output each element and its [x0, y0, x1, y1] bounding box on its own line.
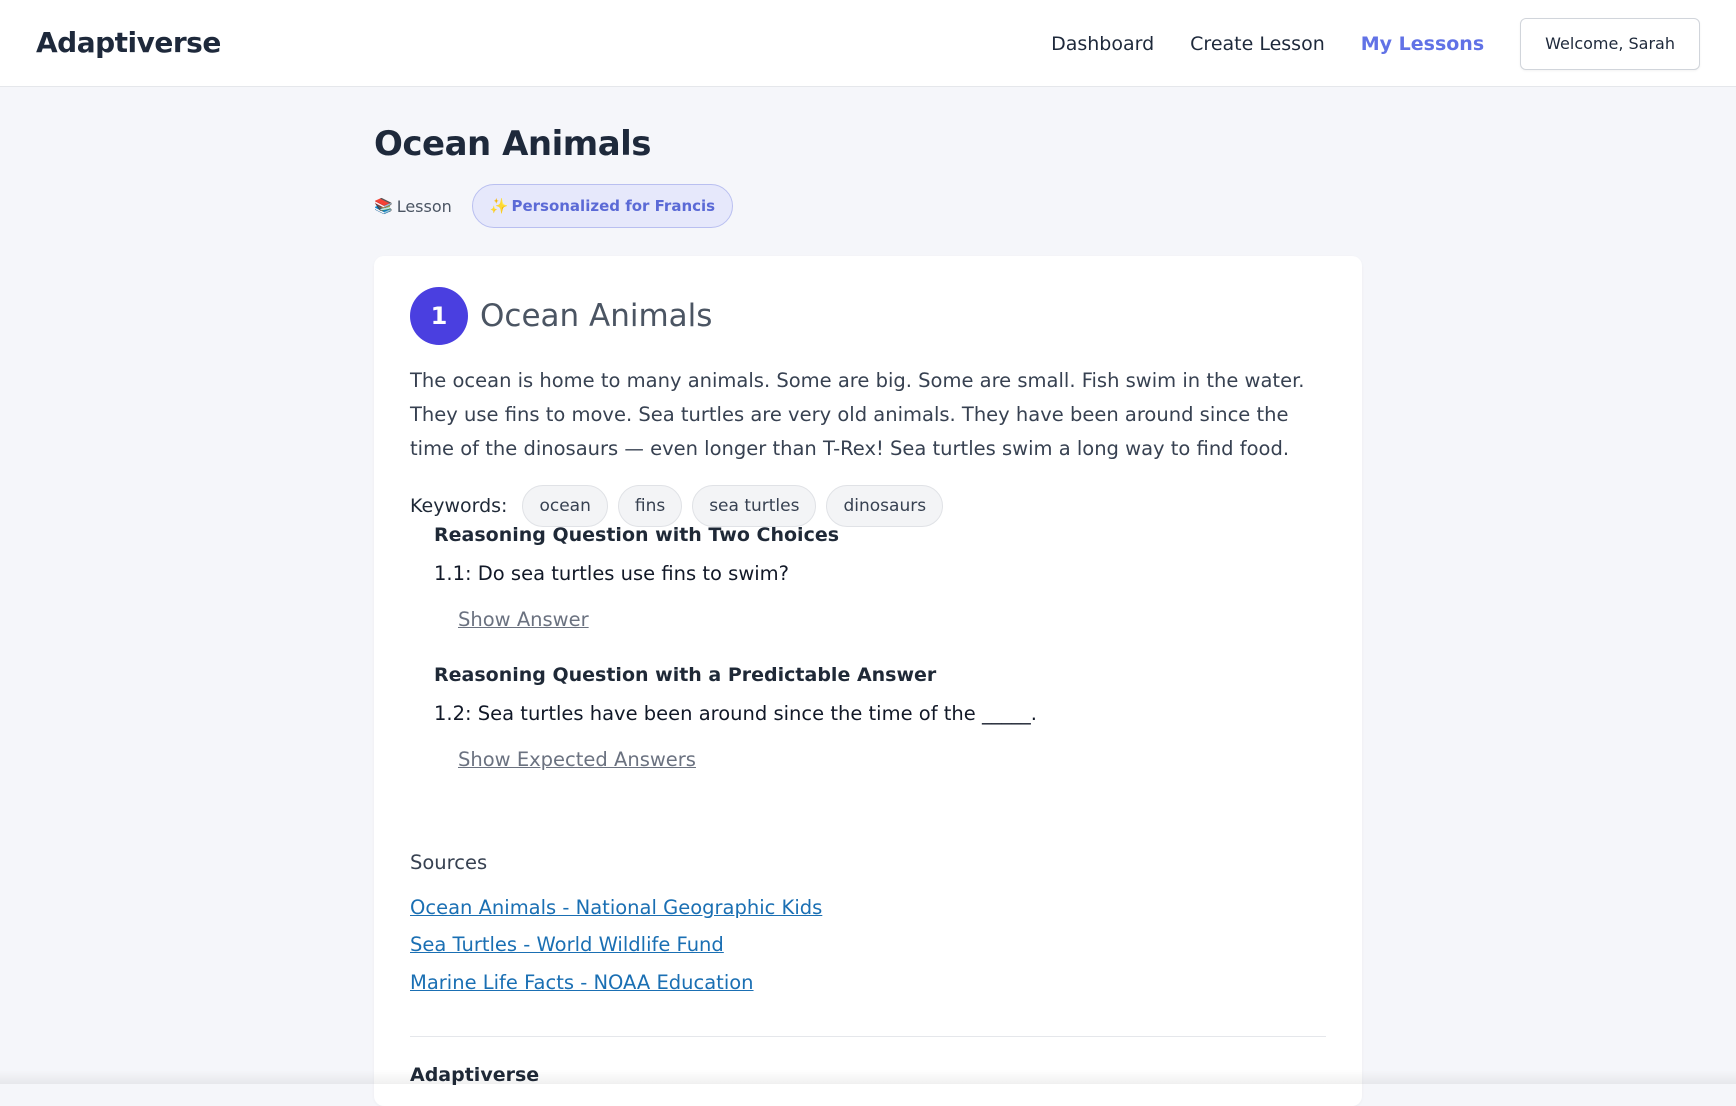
brand-logo[interactable]: Adaptiverse	[36, 26, 221, 59]
source-link[interactable]: Marine Life Facts - NOAA Education	[410, 971, 754, 994]
nav-create-lesson[interactable]: Create Lesson	[1190, 33, 1325, 55]
section-title: Ocean Animals	[480, 298, 713, 334]
nav-dashboard[interactable]: Dashboard	[1051, 33, 1154, 55]
source-link[interactable]: Ocean Animals - National Geographic Kids	[410, 896, 822, 919]
lesson-type-tag: 📚 Lesson	[374, 197, 452, 216]
sparkles-icon: ✨	[489, 197, 509, 215]
keyword-chip: sea turtles	[692, 485, 817, 527]
keyword-chip: fins	[617, 485, 683, 527]
nav-my-lessons[interactable]: My Lessons	[1361, 33, 1484, 55]
lesson-type-label: Lesson	[396, 196, 452, 216]
section-header: 1 Ocean Animals	[410, 287, 712, 345]
show-expected-answers-link[interactable]: Show Expected Answers	[458, 748, 696, 771]
page-title: Ocean Animals	[374, 124, 652, 164]
keywords-row: Keywords: ocean fins sea turtles dinosau…	[410, 485, 953, 527]
top-navbar: Adaptiverse Dashboard Create Lesson My L…	[0, 0, 1736, 87]
question-type-heading: Reasoning Question with Two Choices	[434, 524, 840, 546]
books-icon: 📚	[374, 197, 393, 215]
main-nav: Dashboard Create Lesson My Lessons Welco…	[1051, 0, 1700, 87]
sources-heading: Sources	[410, 851, 488, 874]
card-divider	[410, 1036, 1326, 1037]
keyword-chip: dinosaurs	[826, 485, 944, 527]
question-text: 1.2: Sea turtles have been around since …	[434, 702, 1037, 725]
question-text: 1.1: Do sea turtles use fins to swim?	[434, 562, 790, 585]
lesson-meta: 📚 Lesson ✨ Personalized for Francis	[374, 184, 734, 228]
keyword-chip: ocean	[522, 485, 608, 527]
keywords-label: Keywords:	[410, 495, 508, 517]
lesson-section-card: 1 Ocean Animals The ocean is home to man…	[374, 256, 1362, 1106]
source-link[interactable]: Sea Turtles - World Wildlife Fund	[410, 933, 724, 956]
footer-brand: Adaptiverse	[410, 1064, 540, 1086]
personalized-label: Personalized for Francis	[511, 197, 716, 215]
question-type-heading: Reasoning Question with a Predictable An…	[434, 664, 937, 686]
personalized-badge: ✨ Personalized for Francis	[471, 184, 734, 228]
show-answer-link[interactable]: Show Answer	[458, 608, 589, 631]
section-number-badge: 1	[410, 287, 468, 345]
section-passage: The ocean is home to many animals. Some …	[410, 369, 1305, 460]
user-menu-button[interactable]: Welcome, Sarah	[1520, 17, 1700, 70]
